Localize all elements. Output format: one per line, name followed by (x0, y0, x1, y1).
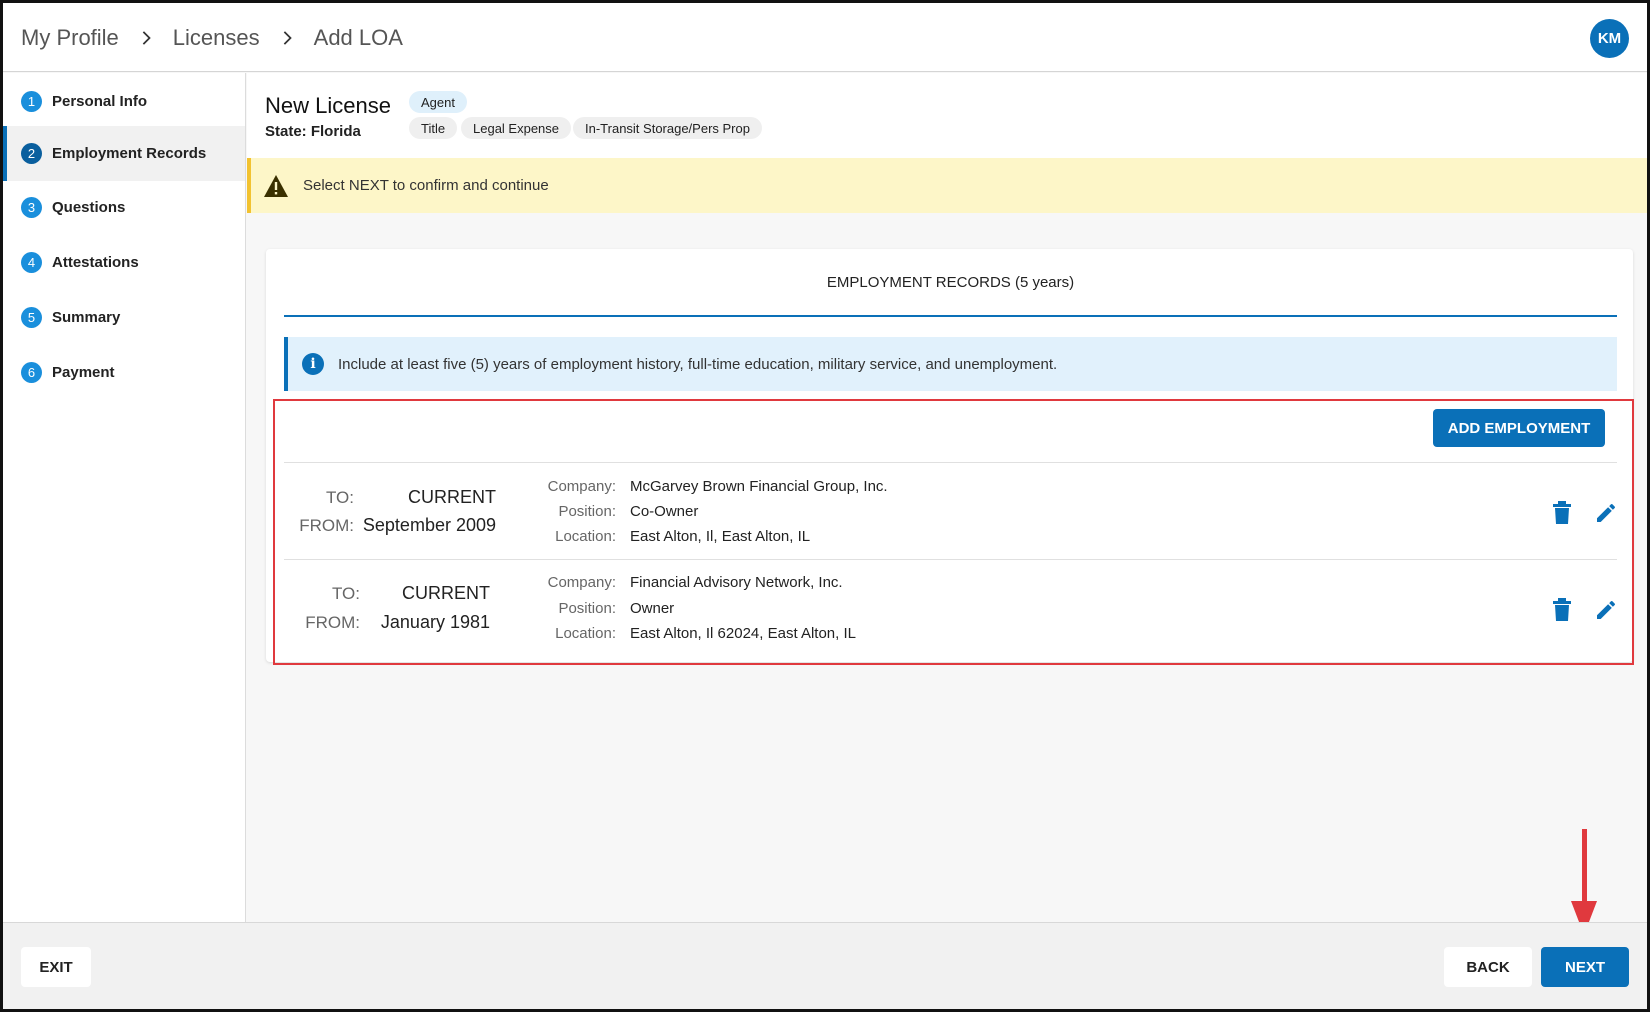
breadcrumb-add-loa: Add LOA (313, 24, 403, 50)
position-label: Position: (558, 600, 616, 617)
app-window: My Profile Licenses Add LOA KM 1 Persona… (0, 0, 1650, 1012)
info-icon: i (302, 353, 324, 375)
to-value: CURRENT (408, 487, 496, 507)
info-text: Include at least five (5) years of emplo… (338, 355, 1058, 373)
sidebar-item-label: Employment Records (52, 145, 207, 162)
sidebar-item-attestations[interactable]: 4 Attestations (3, 235, 245, 290)
location-label: Location: (555, 528, 616, 545)
chevron-right-icon (280, 30, 294, 45)
step-number-badge: 3 (21, 197, 42, 218)
info-banner: i Include at least five (5) years of emp… (284, 337, 1617, 391)
loa-chip-title: Title (409, 117, 458, 139)
employment-records-card: EMPLOYMENT RECORDS (5 years) i Include a… (266, 249, 1634, 665)
step-number-badge: 2 (21, 143, 42, 164)
section-title: EMPLOYMENT RECORDS (5 years) (284, 249, 1617, 317)
page-title: New License (265, 93, 391, 118)
sidebar-item-label: Personal Info (52, 93, 148, 110)
sidebar-item-personal-info[interactable]: 1 Personal Info (3, 74, 245, 129)
top-header: My Profile Licenses Add LOA KM (3, 3, 1647, 72)
chevron-right-icon (139, 30, 153, 45)
from-value: January 1981 (380, 612, 490, 632)
company-value: Financial Advisory Network, Inc. (630, 574, 843, 591)
warning-icon (264, 174, 288, 197)
sidebar-item-label: Summary (52, 309, 121, 326)
from-value: September 2009 (362, 515, 496, 535)
trash-icon[interactable] (1552, 501, 1572, 525)
location-value: East Alton, Il, East Alton, IL (630, 528, 811, 545)
loa-chip-in-transit: In-Transit Storage/Pers Prop (573, 117, 762, 139)
exit-button[interactable]: EXIT (21, 947, 91, 987)
step-number-badge: 5 (21, 307, 42, 328)
company-label: Company: (547, 574, 616, 591)
pencil-icon[interactable] (1594, 598, 1618, 622)
table-row: TO: CURRENT FROM: January 1981 Company: … (284, 559, 1617, 656)
location-value: East Alton, Il 62024, East Alton, IL (630, 625, 856, 642)
warning-banner: Select NEXT to confirm and continue (247, 158, 1647, 213)
license-type-chip: Agent (409, 91, 467, 113)
license-state: State: Florida (265, 123, 361, 140)
to-value: CURRENT (402, 583, 490, 603)
breadcrumb-licenses[interactable]: Licenses (173, 25, 260, 51)
sidebar-item-label: Payment (52, 364, 115, 381)
back-button[interactable]: BACK (1444, 947, 1532, 987)
add-employment-button[interactable]: ADD EMPLOYMENT (1433, 409, 1605, 447)
location-label: Location: (555, 625, 616, 642)
step-number-badge: 1 (21, 91, 42, 112)
table-row: TO: CURRENT FROM: September 2009 Company… (284, 462, 1617, 559)
position-value: Co-Owner (630, 503, 699, 520)
trash-icon[interactable] (1552, 598, 1572, 622)
next-button[interactable]: NEXT (1541, 947, 1629, 987)
position-value: Owner (630, 600, 675, 617)
breadcrumb: My Profile Licenses Add LOA (21, 3, 403, 72)
avatar[interactable]: KM (1590, 19, 1629, 58)
sidebar-item-employment-records[interactable]: 2 Employment Records (3, 126, 245, 181)
step-number-badge: 6 (21, 362, 42, 383)
loa-chip-legal-expense: Legal Expense (461, 117, 572, 139)
footer-bar: EXIT BACK NEXT (3, 922, 1647, 1009)
sidebar-item-label: Questions (52, 199, 126, 216)
position-label: Position: (558, 503, 616, 520)
sidebar-item-questions[interactable]: 3 Questions (3, 180, 245, 235)
sidebar-item-summary[interactable]: 5 Summary (3, 290, 245, 345)
breadcrumb-my-profile[interactable]: My Profile (21, 25, 119, 51)
sidebar-item-label: Attestations (52, 254, 139, 271)
warning-text: Select NEXT to confirm and continue (303, 177, 549, 194)
company-label: Company: (547, 478, 616, 495)
steps-sidebar: 1 Personal Info 2 Employment Records 3 Q… (3, 73, 246, 922)
license-title-bar: New License State: Florida Agent Title L… (247, 73, 1647, 158)
sidebar-item-payment[interactable]: 6 Payment (3, 345, 245, 400)
step-number-badge: 4 (21, 252, 42, 273)
company-value: McGarvey Brown Financial Group, Inc. (630, 478, 888, 495)
pencil-icon[interactable] (1594, 501, 1618, 525)
